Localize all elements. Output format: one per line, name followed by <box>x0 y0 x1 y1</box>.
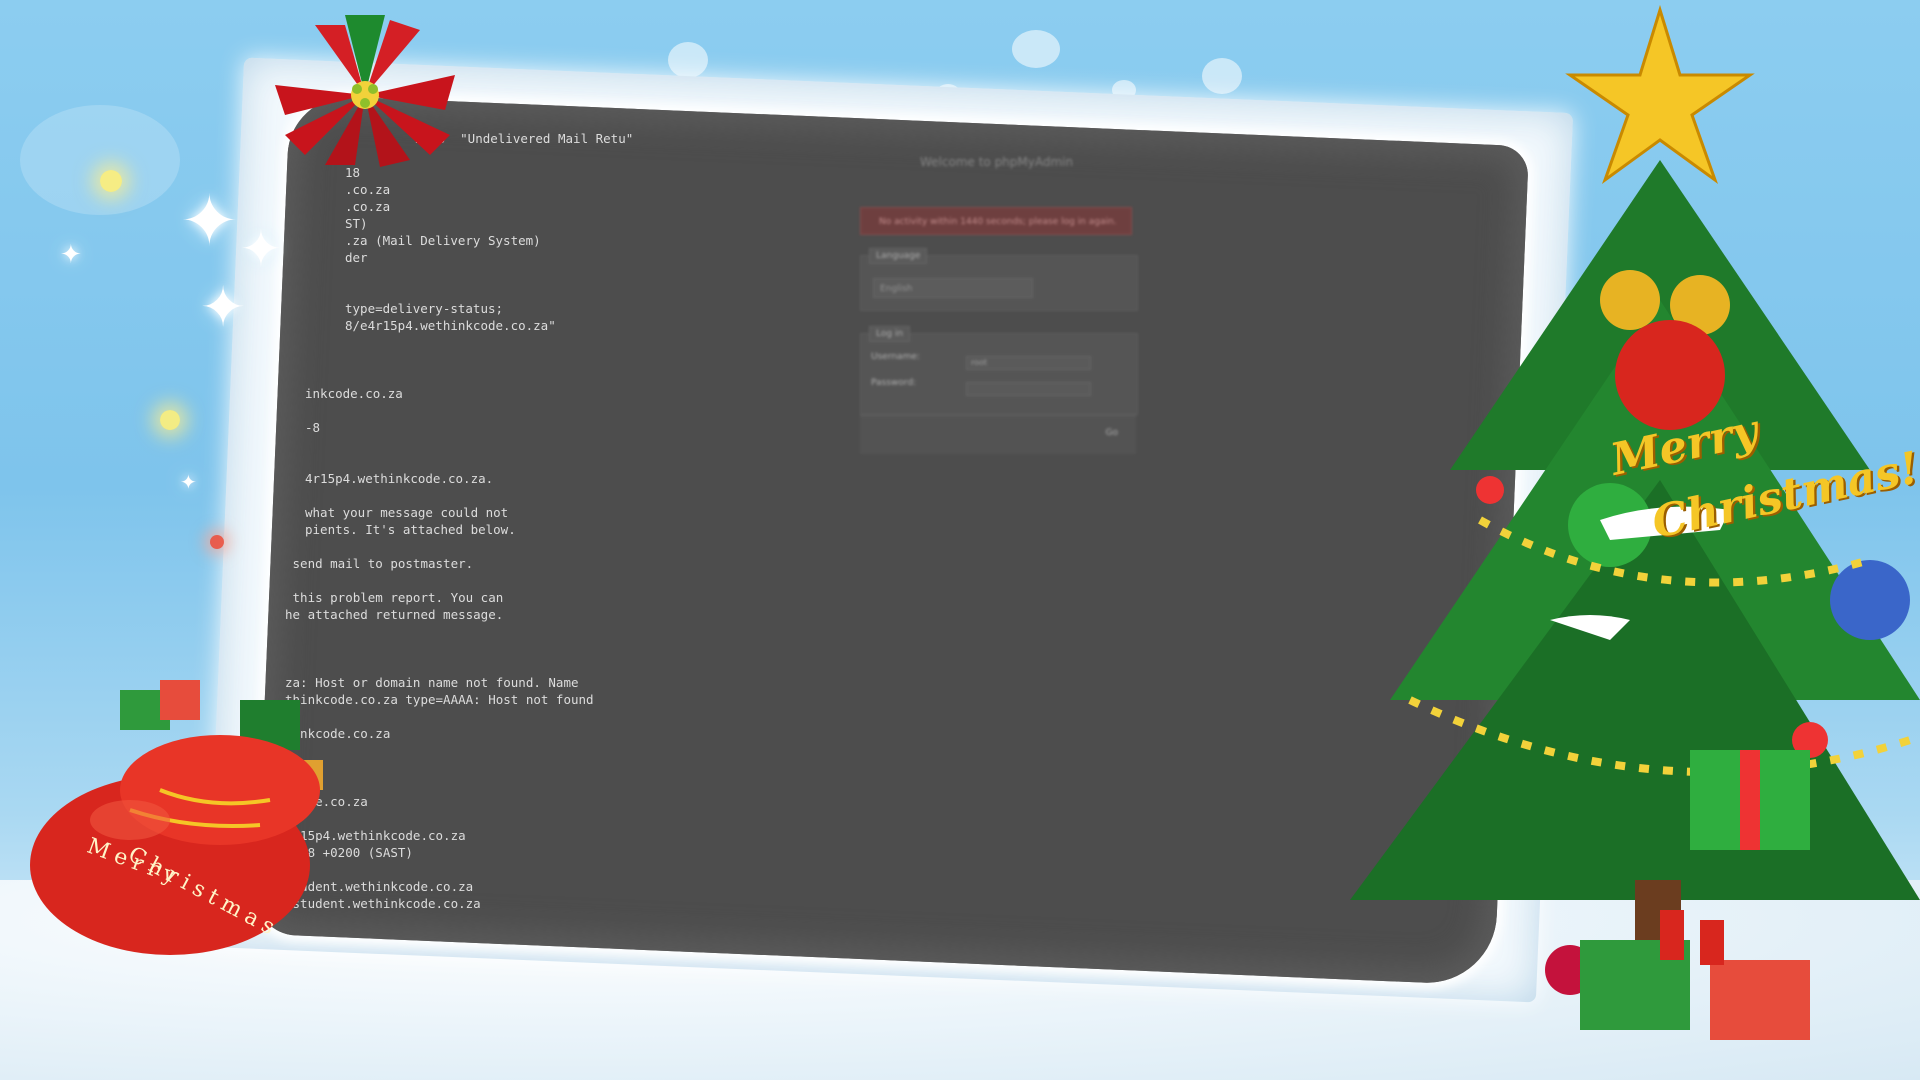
mail-line: .co.za <box>345 182 391 197</box>
pma-username-input[interactable]: root <box>966 356 1091 370</box>
mail-line: what your message could not <box>305 505 509 520</box>
pma-password-label: Password: <box>871 378 917 388</box>
gift-bag-icon <box>30 680 323 955</box>
mail-line: this problem report. You can <box>285 590 504 605</box>
snow-dot <box>1012 30 1060 68</box>
pma-login-box: Log in Username: root Password: <box>860 326 1138 415</box>
mail-line: inkcode.co.za <box>305 386 403 401</box>
phpmyadmin-login-panel: Welcome to phpMyAdmin No activity within… <box>860 155 1140 455</box>
mail-line: -8 <box>305 420 321 435</box>
pma-language-select[interactable]: English <box>873 278 1033 298</box>
pma-footer: Go <box>860 415 1136 454</box>
pma-password-input[interactable] <box>966 382 1091 396</box>
glow-light <box>210 535 224 549</box>
sparkle-icon: ✦ <box>240 220 282 278</box>
pma-title: Welcome to phpMyAdmin <box>920 155 1074 169</box>
sparkle-icon: ✦ <box>60 240 82 270</box>
mail-line: he attached returned message. <box>285 607 504 622</box>
sparkle-icon: ✦ <box>180 470 197 494</box>
pma-username-label: Username: <box>871 352 920 362</box>
mail-line: ST) <box>345 216 368 231</box>
snow-dot <box>1202 58 1242 94</box>
sparkle-icon: ✦ <box>200 275 247 339</box>
pma-language-legend: Language <box>869 248 928 264</box>
mail-line: .co.za <box>345 199 391 214</box>
glow-light <box>160 410 180 430</box>
pma-go-button[interactable]: Go <box>1106 428 1118 438</box>
mail-line: .za (Mail Delivery System) <box>345 233 541 248</box>
glow-light <box>100 170 122 192</box>
mail-line: send mail to postmaster. <box>285 556 474 571</box>
pma-error-message: No activity within 1440 seconds; please … <box>860 207 1132 235</box>
poinsettia-icon <box>275 15 455 167</box>
mail-line: 8/e4r15p4.wethinkcode.co.za" <box>345 318 556 333</box>
mail-line: 4r15p4.wethinkcode.co.za. <box>305 471 494 486</box>
pma-login-legend: Log in <box>869 326 911 342</box>
snow-dot <box>20 105 180 215</box>
snow-dot <box>668 42 708 78</box>
mail-line: der <box>345 250 368 265</box>
pma-language-box: Language English <box>860 248 1138 311</box>
mail-line: type=delivery-status; <box>345 301 504 316</box>
mail-line: pients. It's attached below. <box>305 522 516 537</box>
sparkle-icon: ✦ <box>180 180 239 262</box>
christmas-tree-icon <box>1350 4 1920 1040</box>
